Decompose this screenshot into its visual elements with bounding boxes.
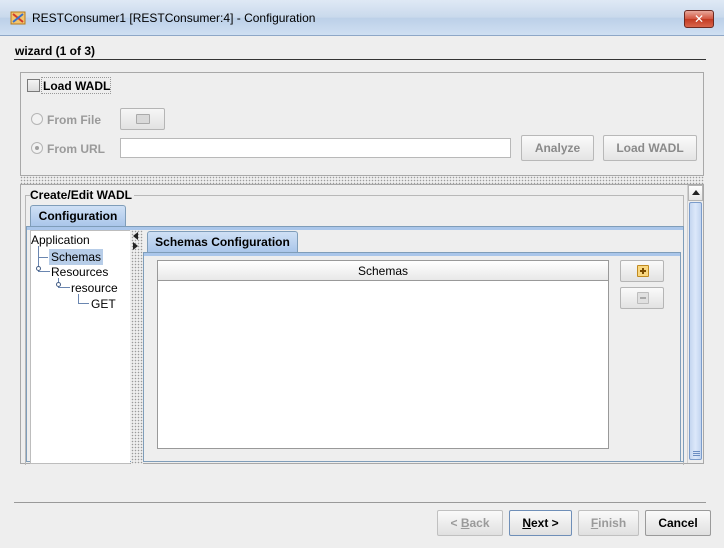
app-icon bbox=[10, 11, 26, 25]
load-wadl-checkbox[interactable] bbox=[27, 79, 40, 92]
window-title: RESTConsumer1 [RESTConsumer:4] - Configu… bbox=[32, 11, 316, 25]
close-icon: ✕ bbox=[693, 12, 705, 26]
wizard-divider bbox=[14, 59, 706, 60]
from-url-radio[interactable] bbox=[31, 142, 43, 154]
panel-splitter[interactable] bbox=[20, 176, 704, 184]
load-wadl-button[interactable]: Load WADL bbox=[603, 135, 697, 161]
tree-connector bbox=[58, 287, 70, 288]
grip-icon bbox=[693, 451, 700, 457]
wizard-step-title: wizard (1 of 3) bbox=[15, 44, 96, 58]
tree-node-resources[interactable]: Resources bbox=[51, 265, 108, 279]
tree-expand-handle[interactable] bbox=[56, 282, 61, 287]
add-schema-button[interactable] bbox=[620, 260, 664, 282]
scroll-thumb[interactable] bbox=[689, 202, 702, 460]
next-mnemonic: N bbox=[522, 516, 531, 530]
browse-file-button[interactable] bbox=[120, 108, 165, 130]
from-file-radio[interactable] bbox=[31, 113, 43, 125]
back-label: ack bbox=[469, 516, 490, 530]
vertical-scrollbar[interactable] bbox=[687, 185, 703, 463]
next-label: ext > bbox=[530, 516, 559, 530]
schemas-table[interactable]: Schemas bbox=[157, 260, 609, 449]
finish-label: inish bbox=[598, 516, 627, 530]
expand-right-icon[interactable] bbox=[133, 242, 138, 250]
window-titlebar: RESTConsumer1 [RESTConsumer:4] - Configu… bbox=[0, 0, 724, 36]
from-file-label: From File bbox=[47, 113, 102, 127]
tab-configuration[interactable]: Configuration bbox=[30, 205, 126, 226]
folder-icon bbox=[136, 114, 150, 124]
tree-connector bbox=[38, 257, 48, 258]
footer-divider bbox=[14, 502, 706, 503]
remove-icon bbox=[637, 292, 649, 304]
tree-node-application[interactable]: Application bbox=[31, 233, 90, 247]
tree-node-resource[interactable]: resource bbox=[71, 281, 118, 295]
tab-schemas-configuration[interactable]: Schemas Configuration bbox=[147, 231, 298, 252]
close-button[interactable]: ✕ bbox=[684, 10, 714, 28]
tree-expand-handle[interactable] bbox=[36, 266, 41, 271]
remove-schema-button[interactable] bbox=[620, 287, 664, 309]
finish-button[interactable]: Finish bbox=[578, 510, 639, 536]
collapse-left-icon[interactable] bbox=[133, 232, 138, 240]
add-icon bbox=[637, 265, 649, 277]
tree-node-schemas[interactable]: Schemas bbox=[49, 249, 104, 265]
edit-wadl-title: Create/Edit WADL bbox=[30, 188, 135, 202]
tree-splitter[interactable] bbox=[131, 230, 143, 464]
tree-node-get[interactable]: GET bbox=[91, 297, 116, 311]
url-field[interactable] bbox=[120, 138, 511, 158]
next-button[interactable]: Next > bbox=[509, 510, 572, 536]
tree-connector bbox=[38, 271, 50, 272]
back-prefix: < bbox=[450, 516, 461, 530]
load-wadl-label[interactable]: Load WADL bbox=[43, 79, 110, 93]
tree-connector bbox=[78, 303, 89, 304]
back-button[interactable]: < Back bbox=[437, 510, 503, 536]
from-url-label: From URL bbox=[47, 142, 105, 156]
schemas-column-header[interactable]: Schemas bbox=[158, 261, 608, 281]
analyze-button[interactable]: Analyze bbox=[521, 135, 594, 161]
scroll-up-arrow-icon[interactable] bbox=[688, 185, 703, 201]
cancel-button[interactable]: Cancel bbox=[645, 510, 711, 536]
